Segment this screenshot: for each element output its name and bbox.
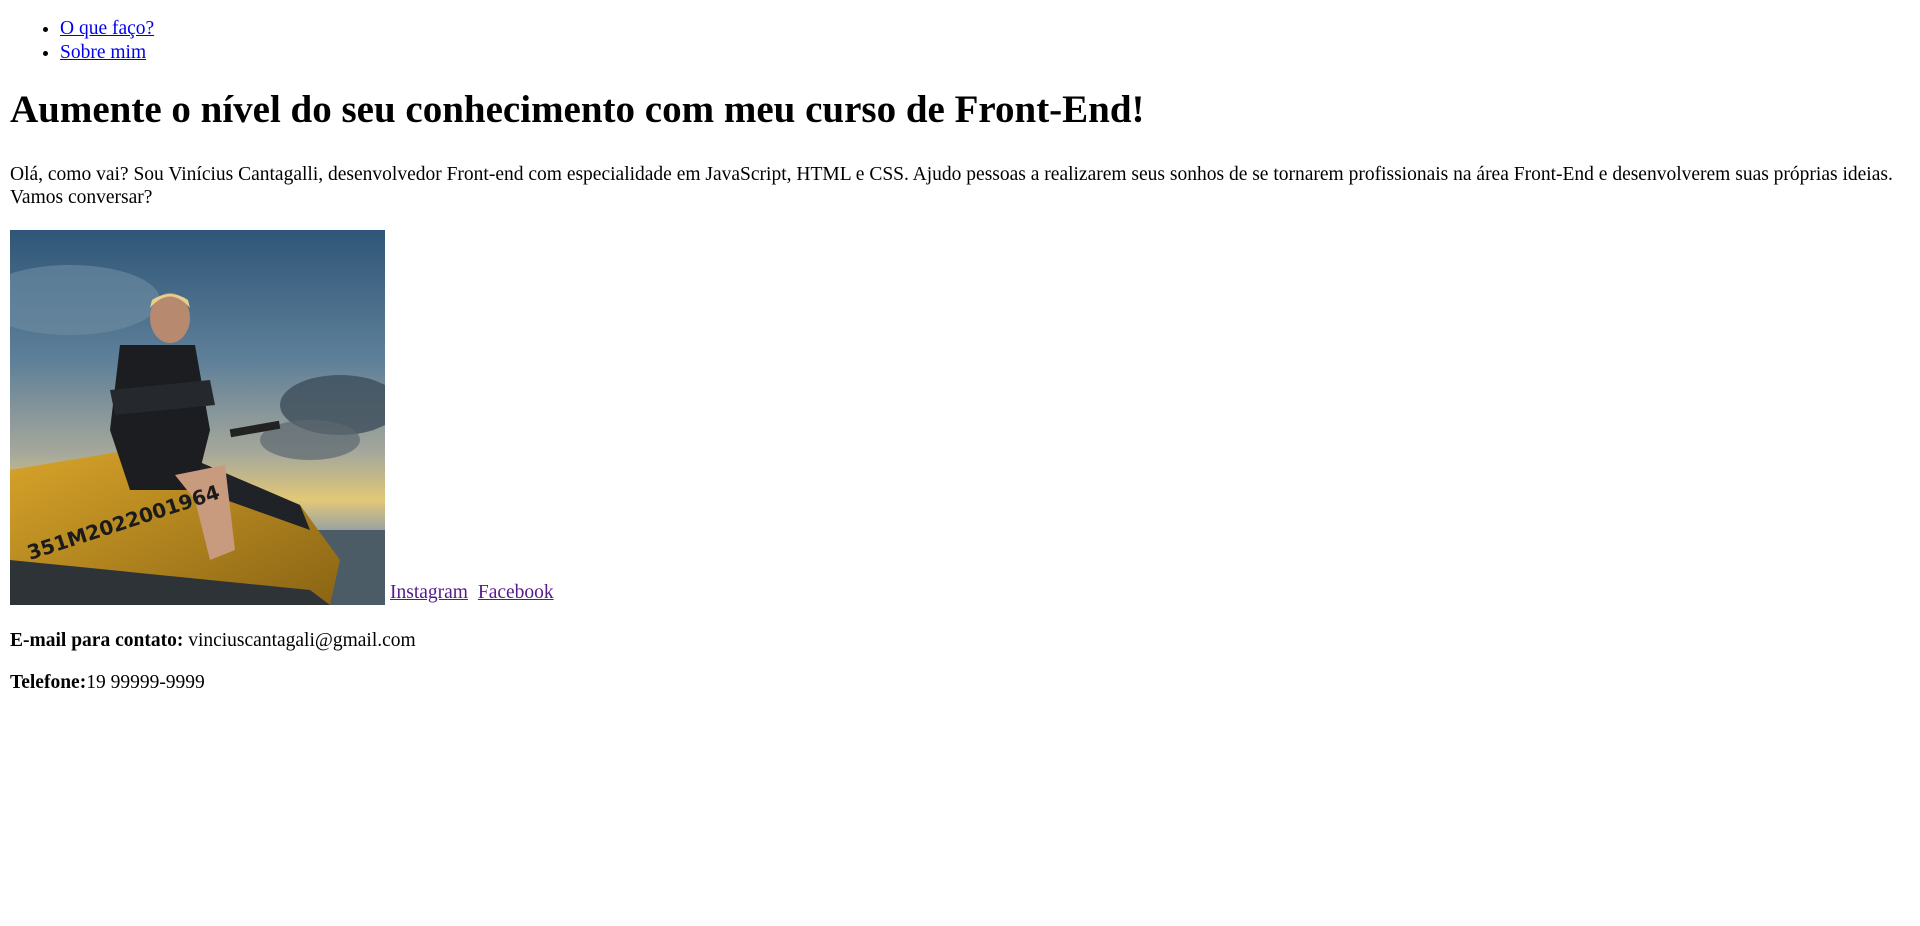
phone-line: Telefone:19 99999-9999 — [10, 671, 1910, 695]
instagram-link[interactable]: Instagram — [390, 582, 468, 603]
nav-item-what-i-do: O que faço? — [60, 17, 1910, 41]
phone-value: 19 99999-9999 — [86, 672, 205, 694]
facebook-link[interactable]: Facebook — [478, 582, 554, 603]
hero-row: 351M2022001964 Instagram Facebook — [10, 229, 1910, 605]
email-label: E-mail para contato: — [10, 629, 184, 651]
page-title: Aumente o nível do seu conhecimento com … — [10, 88, 1145, 131]
nav-list: O que faço? Sobre mim — [10, 17, 1910, 64]
profile-photo: 351M2022001964 — [10, 229, 385, 605]
email-value: vinciuscantagali@gmail.com — [188, 629, 416, 651]
page: O que faço? Sobre mim Aumente o nível do… — [0, 17, 1920, 695]
nav-link-what-i-do[interactable]: O que faço? — [60, 18, 154, 39]
social-links: Instagram Facebook — [390, 581, 559, 605]
nav-item-about-me: Sobre mim — [60, 41, 1910, 65]
profile-photo-illustration: 351M2022001964 — [10, 229, 385, 605]
phone-label: Telefone: — [10, 672, 87, 694]
intro-paragraph: Olá, como vai? Sou Vinícius Cantagalli, … — [10, 163, 1893, 209]
nav-link-about-me[interactable]: Sobre mim — [60, 42, 146, 63]
email-line: E-mail para contato: vinciuscantagali@gm… — [10, 629, 1910, 653]
